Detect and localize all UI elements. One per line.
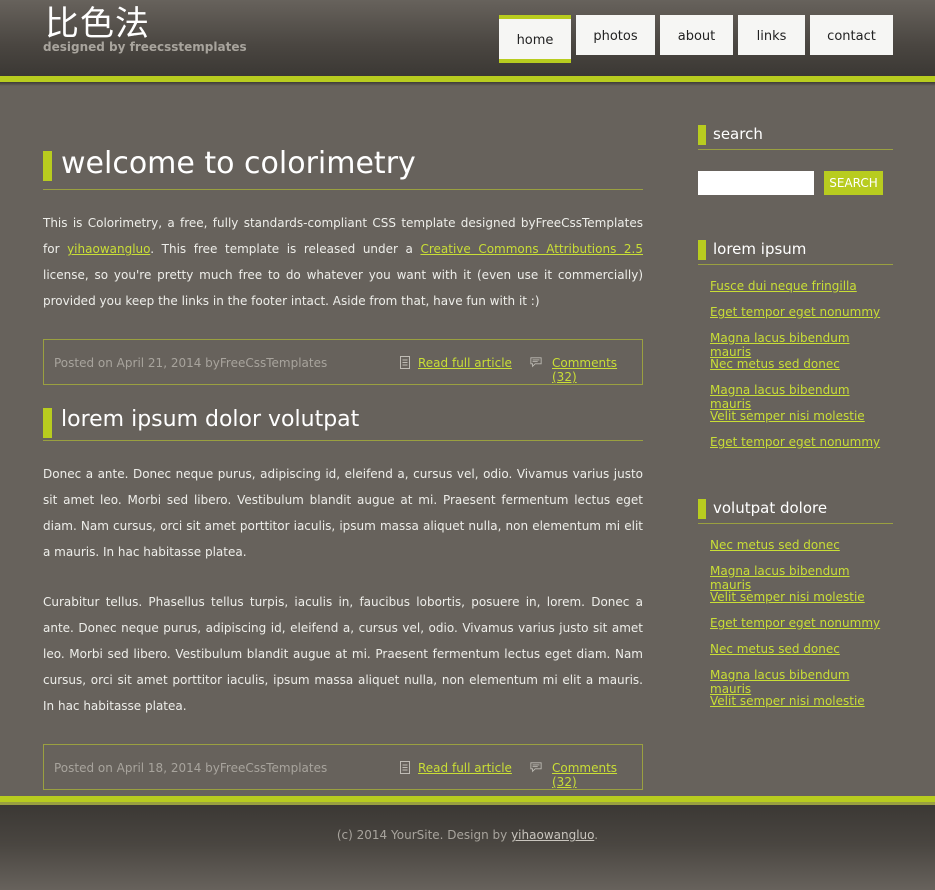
nav-photos[interactable]: photos (576, 15, 655, 55)
post-title[interactable]: welcome to colorimetry (61, 146, 416, 182)
list-item: Eget tempor eget nonummy (710, 616, 893, 642)
post: welcome to colorimetry This is Colorimet… (43, 146, 643, 385)
nav-links[interactable]: links (738, 15, 805, 55)
footer-copyright: (c) 2014 YourSite. Design by (336, 828, 512, 842)
list-item: Eget tempor eget nonummy (710, 305, 893, 331)
post: lorem ipsum dolor volutpat Donec a ante.… (43, 408, 643, 790)
post-meta: Posted on April 18, 2014 byFreeCssTempla… (43, 744, 643, 790)
post-paragraph: This is Colorimetry, a free, fully stand… (43, 210, 643, 314)
license-link[interactable]: Creative Commons Attributions 2.5 (420, 242, 643, 256)
nav-photos-label: photos (593, 28, 638, 44)
comments-link[interactable]: Comments (32) (552, 761, 642, 789)
volutpat-dolore-links: Nec metus sed donec Magna lacus bibendum… (710, 538, 893, 720)
sidebar-link[interactable]: Eget tempor eget nonummy (710, 305, 880, 319)
author-link[interactable]: yihaowangluo (67, 242, 150, 256)
read-full-article-link[interactable]: Read full article (418, 356, 512, 370)
sidebar-section-title: lorem ipsum (698, 240, 893, 265)
post-title-block: lorem ipsum dolor volutpat (43, 408, 643, 441)
footer-period: . (594, 828, 599, 842)
sidebar-link[interactable]: Velit semper nisi molestie (710, 590, 865, 604)
nav-home[interactable]: home (499, 15, 571, 63)
post-text: . This free template is released under a (150, 242, 421, 256)
sidebar-section-title: search (698, 125, 893, 150)
comment-icon (530, 762, 542, 773)
sidebar-link[interactable]: Velit semper nisi molestie (710, 409, 865, 423)
sidebar-accent-bar (698, 125, 706, 145)
nav-about[interactable]: about (660, 15, 733, 55)
list-item: Magna lacus bibendum mauris (710, 564, 893, 592)
post-date: Posted on April 21, 2014 byFreeCssTempla… (54, 356, 328, 370)
post-entry: This is Colorimetry, a free, fully stand… (43, 210, 643, 314)
main-nav: home photos about links contact (499, 15, 893, 63)
post-paragraph: Donec a ante. Donec neque purus, adipisc… (43, 467, 643, 559)
footer: (c) 2014 YourSite. Design by yihaowanglu… (0, 805, 935, 890)
list-item: Magna lacus bibendum mauris (710, 383, 893, 411)
nav-contact-label: contact (827, 28, 876, 44)
sidebar-link[interactable]: Eget tempor eget nonummy (710, 616, 880, 630)
nav-contact[interactable]: contact (810, 15, 893, 55)
list-item: Nec metus sed donec (710, 357, 893, 383)
list-item: Fusce dui neque fringilla (710, 279, 893, 305)
list-item: Velit semper nisi molestie (710, 694, 893, 720)
lorem-ipsum-links: Fusce dui neque fringilla Eget tempor eg… (710, 279, 893, 461)
post-title-accent-bar (43, 151, 52, 181)
list-item: Magna lacus bibendum mauris (710, 331, 893, 359)
post-title-block: welcome to colorimetry (43, 146, 643, 190)
sidebar-accent-bar (698, 499, 706, 519)
footer-text: (c) 2014 YourSite. Design by yihaowanglu… (0, 828, 935, 842)
footer-design-link[interactable]: yihaowangluo (511, 828, 594, 842)
volutpat-dolore-title: volutpat dolore (713, 499, 828, 517)
document-icon (400, 356, 410, 369)
list-item: Nec metus sed donec (710, 642, 893, 668)
search-title: search (713, 125, 763, 143)
post-date: Posted on April 18, 2014 byFreeCssTempla… (54, 761, 328, 775)
sidebar-link[interactable]: Nec metus sed donec (710, 357, 840, 371)
list-item: Nec metus sed donec (710, 538, 893, 564)
sidebar-link[interactable]: Nec metus sed donec (710, 642, 840, 656)
post-title[interactable]: lorem ipsum dolor volutpat (61, 408, 359, 432)
post-text: license, so you're pretty much free to d… (43, 268, 643, 308)
sidebar-link[interactable]: Magna lacus bibendum mauris (710, 383, 850, 411)
comments-link[interactable]: Comments (32) (552, 356, 642, 384)
nav-home-label: home (516, 32, 554, 48)
document-icon (400, 761, 410, 774)
list-item: Eget tempor eget nonummy (710, 435, 893, 461)
header-shadow-stripe (0, 82, 935, 86)
sidebar-link[interactable]: Magna lacus bibendum mauris (710, 564, 850, 592)
read-full-article-link[interactable]: Read full article (418, 761, 512, 775)
post-paragraph: Curabitur tellus. Phasellus tellus turpi… (43, 595, 643, 713)
post-meta: Posted on April 21, 2014 byFreeCssTempla… (43, 339, 643, 385)
post-title-accent-bar (43, 408, 52, 438)
post-entry: Donec a ante. Donec neque purus, adipisc… (43, 461, 643, 719)
sidebar-link[interactable]: Fusce dui neque fringilla (710, 279, 857, 293)
sidebar-link[interactable]: Magna lacus bibendum mauris (710, 331, 850, 359)
nav-links-label: links (756, 28, 787, 44)
search-button[interactable]: Search (824, 171, 883, 195)
sidebar-link[interactable]: Nec metus sed donec (710, 538, 840, 552)
sidebar-accent-bar (698, 240, 706, 260)
list-item: Magna lacus bibendum mauris (710, 668, 893, 696)
sidebar-link[interactable]: Magna lacus bibendum mauris (710, 668, 850, 696)
search-input[interactable] (698, 171, 814, 195)
list-item: Velit semper nisi molestie (710, 590, 893, 616)
site-logo-subtitle: designed by freecsstemplates (43, 40, 247, 54)
lorem-ipsum-title: lorem ipsum (713, 240, 807, 258)
nav-about-label: about (677, 28, 716, 44)
comment-icon (530, 357, 542, 368)
list-item: Velit semper nisi molestie (710, 409, 893, 435)
sidebar-link[interactable]: Velit semper nisi molestie (710, 694, 865, 708)
sidebar-section-title: volutpat dolore (698, 499, 893, 524)
sidebar-link[interactable]: Eget tempor eget nonummy (710, 435, 880, 449)
